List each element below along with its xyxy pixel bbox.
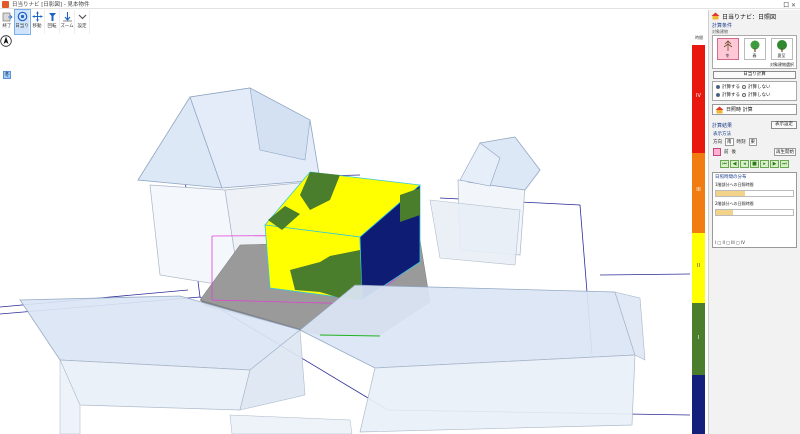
season-spring-button[interactable]: 春	[743, 38, 766, 60]
legend-class-0	[692, 375, 705, 434]
result-header: 計算結果 表示設定	[709, 115, 800, 129]
move-icon	[32, 11, 42, 22]
summer-tree-icon	[776, 40, 787, 52]
season-summer-button[interactable]: 夏至	[770, 38, 793, 60]
house-calc-icon	[715, 106, 724, 113]
panel-header: 日当りナビ：日照図	[709, 10, 800, 22]
toolbar-sun-button[interactable]: 日当り	[14, 9, 31, 35]
chart-row2-bar	[715, 209, 794, 216]
calc-conditions-label: 計算条件	[712, 23, 733, 29]
chart-title: 日照時間の分布	[715, 175, 747, 180]
toolbar-move-button[interactable]: 移動	[30, 10, 45, 34]
direction-value[interactable]: 南	[725, 138, 734, 146]
legend-label-iii: III	[696, 187, 701, 193]
option1-on-radio[interactable]	[716, 85, 720, 89]
zoom-icon	[62, 12, 72, 22]
scene-canvas[interactable]	[0, 35, 690, 434]
chart-legend: I □ II □ III □ IV	[715, 240, 745, 245]
shadow-hours-legend: 時間 IV III II I	[690, 35, 708, 434]
neighbor-house-bottom-right	[299, 284, 646, 433]
sunlight-calc-button[interactable]: 日照時 計算	[712, 104, 797, 115]
time-marker-icon[interactable]	[713, 148, 721, 156]
chart-row1-label: 1階部分への日照時間	[715, 182, 754, 187]
compass-north-icon[interactable]	[0, 35, 12, 47]
title-bar: 日当りナビ [日影図] - 見本物件 口 ✕	[0, 0, 800, 9]
app-logo-icon	[2, 0, 9, 8]
animate-button[interactable]: 再生開始	[774, 148, 796, 156]
season-winter-button[interactable]: 冬	[716, 38, 739, 60]
chart-row1-bar	[715, 190, 794, 197]
sunlight-hours-chart: 日照時間の分布 1階部分への日照時間 2階部分への日照時間 I □ II □ I…	[712, 172, 797, 248]
legend-label-iv: IV	[696, 93, 701, 99]
option-row-2: 計算する 計算しない	[713, 91, 796, 99]
time-value[interactable]: 東	[748, 138, 757, 146]
sun-icon	[17, 11, 27, 22]
sun-calc-date-button[interactable]: 日当り計算	[713, 71, 796, 79]
toolbar-settings-button[interactable]: 設定	[75, 10, 90, 34]
panel-title: 日当りナビ：日照図	[722, 13, 777, 21]
legend-class-iii	[692, 153, 705, 233]
stop-button[interactable]: ■	[750, 160, 759, 168]
step-back-button[interactable]: ◂	[740, 160, 749, 168]
result-display-settings-button[interactable]: 表示設定	[771, 121, 797, 129]
toolbar-zoom-button[interactable]: ズーム	[60, 10, 75, 34]
settings-icon	[78, 14, 86, 20]
target-building-select[interactable]: 対象建物選択	[713, 62, 796, 68]
legend-class-iv	[692, 45, 705, 153]
option2-off-radio[interactable]	[742, 93, 746, 97]
toolbar-rotate-button[interactable]: 回転	[45, 10, 60, 34]
house-logo-icon	[711, 12, 720, 20]
chart-row2-label: 2階部分への日照時間	[715, 201, 754, 206]
window-controls[interactable]: 口 ✕	[783, 0, 796, 9]
3d-viewport[interactable]: 冬	[0, 35, 690, 434]
last-frame-button[interactable]: ⏭	[780, 160, 789, 168]
spring-tree-icon	[750, 40, 759, 52]
next-frame-button[interactable]: ▶	[770, 160, 779, 168]
option-row-1: 計算する 計算しない	[713, 83, 796, 91]
result-controls: 表示方法 方向 南 時刻 東 前 後 再生開始	[713, 132, 796, 156]
calc-options: 計算する 計算しない 計算する 計算しない	[712, 81, 797, 101]
prev-frame-button[interactable]: ◀	[730, 160, 739, 168]
exit-icon	[2, 12, 13, 22]
app-window: 日当りナビ [日影図] - 見本物件 口 ✕ 終了 日当り 移動 回転 ズーム …	[0, 0, 800, 434]
legend-label-i: I	[697, 335, 700, 341]
rotate-icon	[48, 13, 56, 21]
toolbar: 終了 日当り 移動 回転 ズーム 設定	[0, 9, 100, 35]
season-selector: 冬 春 夏至 対象建物選択	[712, 35, 797, 69]
winter-tree-icon	[723, 40, 732, 51]
toolbar-exit-button[interactable]: 終了	[0, 10, 15, 34]
window-title: 日当りナビ [日影図] - 見本物件	[12, 2, 90, 8]
step-forward-button[interactable]: ▸	[760, 160, 769, 168]
sunlight-navi-panel: 日当りナビ：日照図 計算条件 対象建物 冬 春 夏至 対象建物選択 日当り計算 …	[708, 10, 800, 434]
first-frame-button[interactable]: ⏮	[720, 160, 729, 168]
option2-on-radio[interactable]	[716, 93, 720, 97]
option1-off-radio[interactable]	[742, 85, 746, 89]
legend-unit: 時間	[695, 35, 703, 40]
legend-label-ii: II	[697, 263, 700, 269]
season-indicator[interactable]: 冬	[3, 71, 11, 79]
neighbor-house-top-right	[429, 136, 541, 266]
playback-controls: ⏮ ◀ ◂ ■ ▸ ▶ ⏭	[709, 158, 800, 170]
